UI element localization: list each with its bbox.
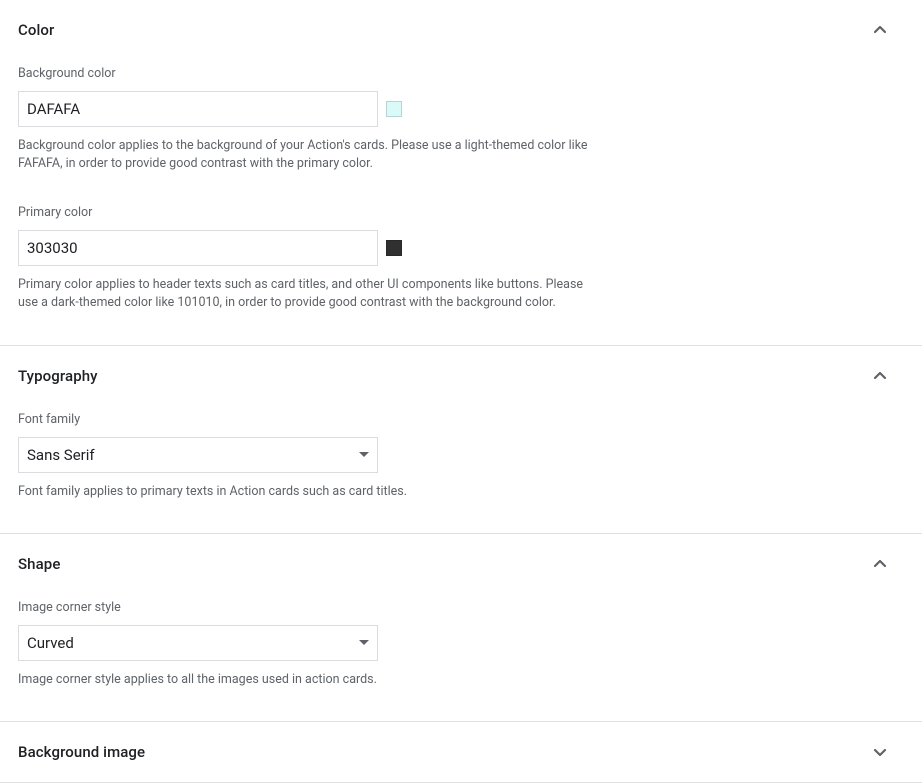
chevron-down-icon [868,740,904,764]
font-family-select[interactable]: Sans Serif [18,437,378,473]
caret-down-icon [359,452,369,457]
field-row-background-color [18,91,904,127]
field-font-family: Font family Sans Serif Font family appli… [18,412,904,501]
label-corner-style: Image corner style [18,600,904,615]
section-typography: Typography Font family Sans Serif Font f… [0,346,922,534]
section-shape: Shape Image corner style Curved Image co… [0,534,922,722]
section-header-color[interactable]: Color [18,18,904,42]
primary-color-swatch[interactable] [386,240,402,256]
chevron-up-icon [868,552,904,576]
corner-style-select[interactable]: Curved [18,625,378,661]
section-color: Color Background color Background color … [0,0,922,346]
help-background-color: Background color applies to the backgrou… [18,137,590,173]
section-body-shape: Image corner style Curved Image corner s… [18,576,904,689]
help-font-family: Font family applies to primary texts in … [18,483,590,501]
help-corner-style: Image corner style applies to all the im… [18,671,590,689]
section-header-shape[interactable]: Shape [18,552,904,576]
field-corner-style: Image corner style Curved Image corner s… [18,600,904,689]
section-title-background-image: Background image [18,743,145,761]
caret-down-icon [359,640,369,645]
font-family-value: Sans Serif [27,446,95,464]
primary-color-input[interactable] [18,230,378,266]
label-background-color: Background color [18,66,904,81]
section-title-typography: Typography [18,367,98,385]
field-row-primary-color [18,230,904,266]
section-title-color: Color [18,21,54,39]
background-color-input[interactable] [18,91,378,127]
chevron-up-icon [868,18,904,42]
label-primary-color: Primary color [18,205,904,220]
label-font-family: Font family [18,412,904,427]
help-primary-color: Primary color applies to header texts su… [18,276,590,312]
background-color-swatch[interactable] [386,101,402,117]
corner-style-value: Curved [27,634,74,652]
section-body-color: Background color Background color applie… [18,42,904,313]
chevron-up-icon [868,364,904,388]
section-body-typography: Font family Sans Serif Font family appli… [18,388,904,501]
section-header-background-image[interactable]: Background image [18,740,904,764]
section-title-shape: Shape [18,555,60,573]
section-background-image: Background image [0,722,922,783]
section-header-typography[interactable]: Typography [18,364,904,388]
field-background-color: Background color Background color applie… [18,66,904,173]
field-primary-color: Primary color Primary color applies to h… [18,205,904,312]
